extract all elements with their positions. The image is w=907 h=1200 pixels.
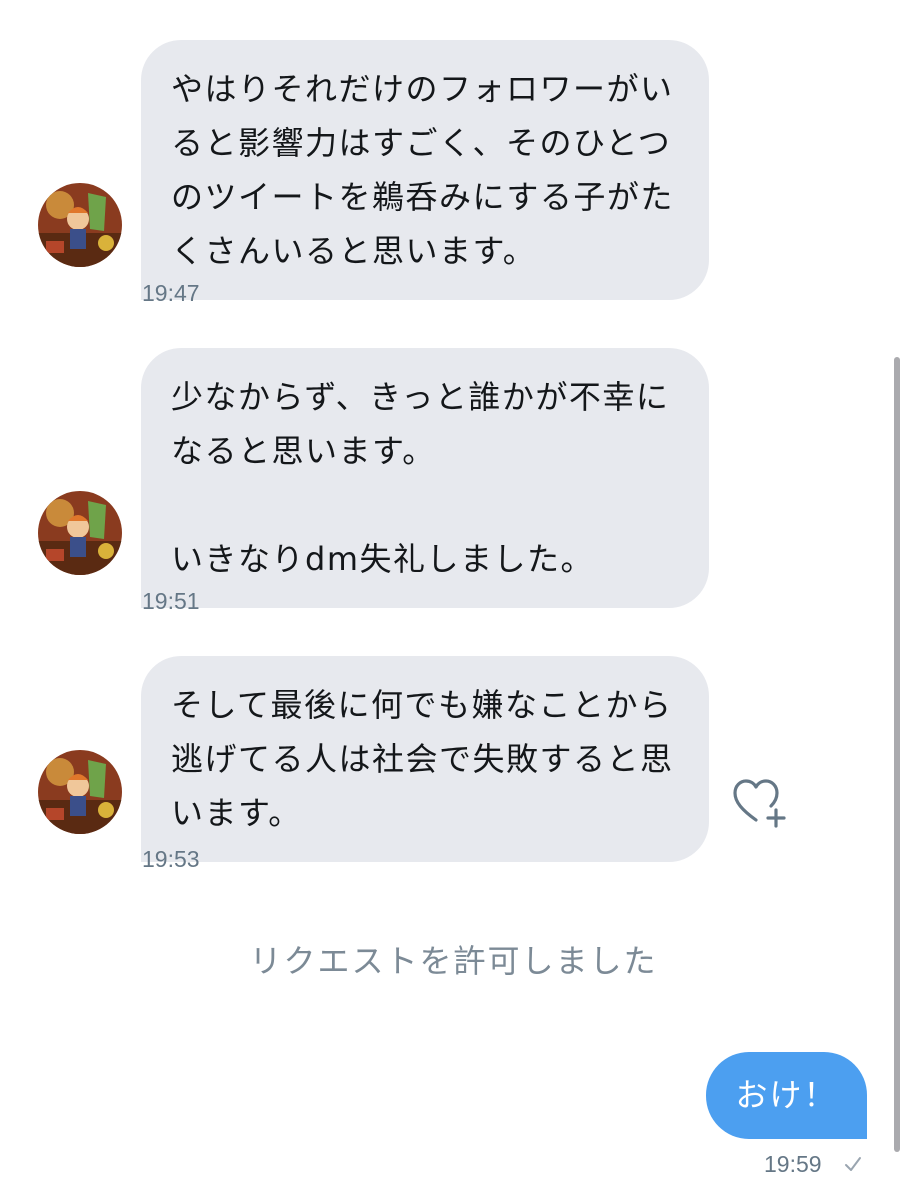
message-text: やはりそれだけのフォロワーがいると影響力はすごく、そのひとつのツイートを鵜呑みに… xyxy=(171,70,674,270)
message-timestamp: 19:47 xyxy=(142,280,200,306)
like-button[interactable] xyxy=(732,776,790,830)
avatar[interactable] xyxy=(38,491,122,575)
request-accepted-notice: リクエストを許可しました xyxy=(249,942,658,980)
incoming-message-bubble[interactable]: やはりそれだけのフォロワーがいると影響力はすごく、そのひとつのツイートを鵜呑みに… xyxy=(141,40,709,300)
message-timestamp: 19:51 xyxy=(142,588,200,614)
heart-plus-icon xyxy=(733,779,786,828)
message-timestamp: 19:59 xyxy=(764,1151,822,1177)
avatar-image xyxy=(38,491,122,575)
scrollbar[interactable] xyxy=(894,357,900,1152)
avatar-image xyxy=(38,750,122,834)
message-text: そして最後に何でも嫌なことから逃げてる人は社会で失敗すると思います。 xyxy=(171,686,674,832)
dm-conversation: やはりそれだけのフォロワーがいると影響力はすごく、そのひとつのツイートを鵜呑みに… xyxy=(0,0,907,1200)
message-text: 少なからず、きっと誰かが不幸になると思います。 いきなりdm失礼しました。 xyxy=(171,378,670,578)
avatar[interactable] xyxy=(38,750,122,834)
incoming-message-bubble[interactable]: 少なからず、きっと誰かが不幸になると思います。 いきなりdm失礼しました。 xyxy=(141,348,709,608)
message-timestamp: 19:53 xyxy=(142,846,200,872)
incoming-message-bubble[interactable]: そして最後に何でも嫌なことから逃げてる人は社会で失敗すると思います。 xyxy=(141,656,709,862)
avatar-image xyxy=(38,183,122,267)
outgoing-message-bubble[interactable]: おけ！ xyxy=(706,1052,867,1139)
message-text: おけ！ xyxy=(735,1076,838,1114)
avatar[interactable] xyxy=(38,183,122,267)
check-icon xyxy=(843,1154,863,1174)
